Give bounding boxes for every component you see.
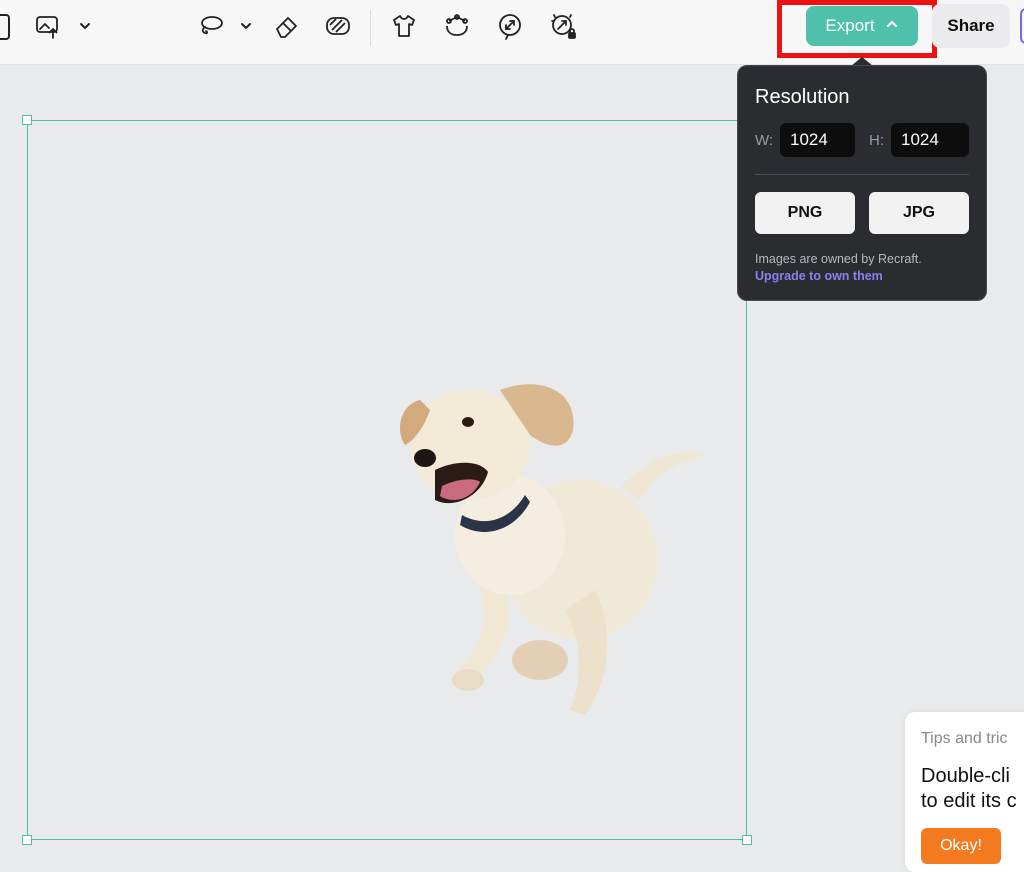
height-label: H: bbox=[869, 132, 884, 149]
profile-button-edge[interactable] bbox=[1020, 8, 1024, 44]
resize-handle-bottom-left[interactable] bbox=[22, 835, 32, 845]
height-field[interactable]: 1024 bbox=[891, 123, 969, 157]
frame-edge-icon[interactable] bbox=[0, 14, 10, 40]
share-label: Share bbox=[947, 16, 995, 35]
puppy-image[interactable] bbox=[380, 360, 720, 730]
jpg-button[interactable]: JPG bbox=[869, 192, 969, 234]
image-export-icon[interactable] bbox=[32, 10, 64, 42]
top-toolbar: Export Share bbox=[0, 0, 1024, 65]
resize-handle-bottom-right[interactable] bbox=[742, 835, 752, 845]
tips-line-2: to edit its c bbox=[921, 790, 1017, 812]
width-label: W: bbox=[755, 132, 774, 149]
ownership-note: Images are owned by Recraft. bbox=[755, 252, 922, 266]
tips-header: Tips and tric bbox=[921, 730, 1008, 747]
upgrade-link[interactable]: Upgrade to own them bbox=[755, 269, 883, 283]
inpaint-icon[interactable] bbox=[322, 10, 354, 42]
toolbar-divider bbox=[370, 10, 371, 46]
shirt-icon[interactable] bbox=[388, 10, 420, 42]
chevron-down-icon[interactable] bbox=[75, 14, 95, 38]
share-button[interactable]: Share bbox=[932, 4, 1010, 48]
tips-card: Tips and tric Double-cli to edit its c O… bbox=[905, 712, 1024, 872]
popup-divider bbox=[755, 174, 969, 175]
export-popup: Resolution W: 1024 H: 1024 PNG JPG Image… bbox=[737, 65, 987, 301]
export-highlight-box bbox=[777, 0, 937, 58]
okay-button[interactable]: Okay! bbox=[921, 828, 1001, 864]
resize-handle-top-left[interactable] bbox=[22, 115, 32, 125]
chevron-down-icon[interactable] bbox=[236, 14, 256, 38]
width-field[interactable]: 1024 bbox=[780, 123, 855, 157]
vectorize-icon[interactable] bbox=[494, 10, 526, 42]
upscale-locked-icon[interactable] bbox=[547, 10, 579, 42]
tips-text: Double-cli to edit its c bbox=[921, 764, 1017, 814]
tips-line-1: Double-cli bbox=[921, 765, 1010, 787]
face-points-icon[interactable] bbox=[441, 10, 473, 42]
lasso-icon[interactable] bbox=[195, 10, 227, 42]
resolution-title: Resolution bbox=[755, 86, 850, 108]
png-button[interactable]: PNG bbox=[755, 192, 855, 234]
eraser-icon[interactable] bbox=[271, 10, 303, 42]
